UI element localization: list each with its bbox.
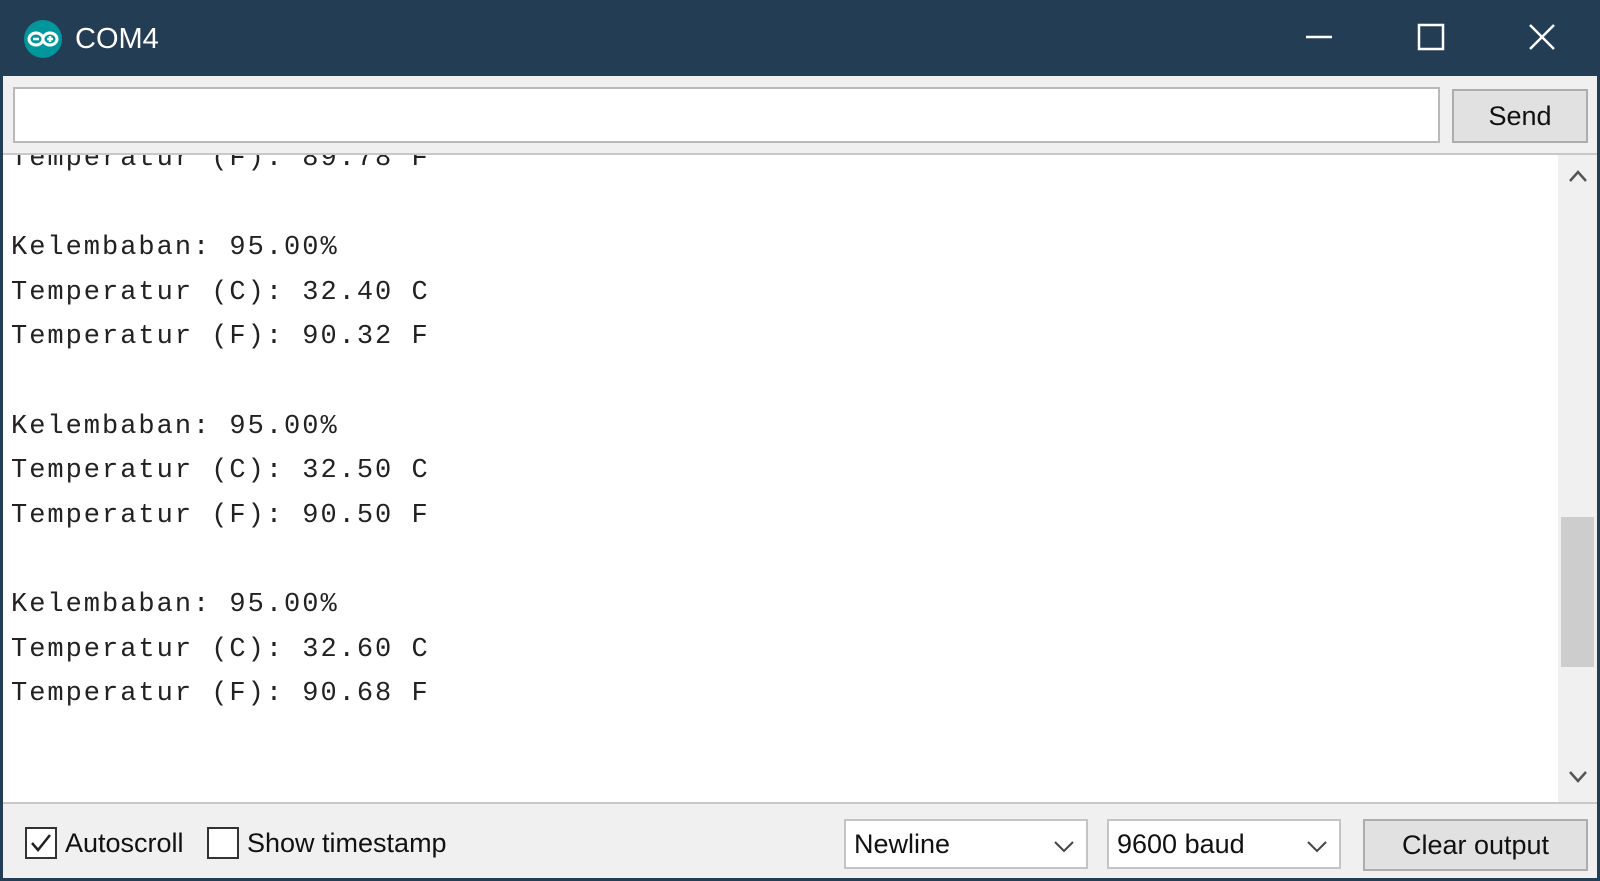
- output-line: Temperatur (F): 90.68 F: [11, 679, 430, 710]
- clear-output-button[interactable]: Clear output: [1363, 819, 1588, 871]
- line-ending-value: Newline: [854, 828, 951, 859]
- send-button[interactable]: Send: [1452, 89, 1588, 143]
- serial-monitor-window: COM4 Send Temperatur (F): 89.78 F Kelemba…: [0, 0, 1600, 881]
- minimize-button[interactable]: [1263, 3, 1375, 76]
- baud-rate-value: 9600 baud: [1117, 828, 1245, 859]
- line-ending-select[interactable]: Newline: [844, 819, 1088, 869]
- scroll-thumb[interactable]: [1561, 517, 1594, 667]
- scroll-down-button[interactable]: [1558, 756, 1597, 802]
- baud-rate-select[interactable]: 9600 baud: [1107, 819, 1341, 869]
- output-line: Temperatur (F): 90.32 F: [11, 322, 430, 353]
- close-button[interactable]: [1486, 3, 1598, 76]
- maximize-button[interactable]: [1375, 3, 1487, 76]
- output-line: Temperatur (F): 89.78 F: [11, 153, 430, 174]
- checkmark-icon: [31, 834, 51, 852]
- output-line: Temperatur (F): 90.50 F: [11, 500, 430, 531]
- show-timestamp-option[interactable]: Show timestamp: [207, 823, 447, 863]
- scroll-track[interactable]: [1558, 201, 1597, 756]
- title-bar[interactable]: COM4: [3, 3, 1597, 76]
- show-timestamp-label: Show timestamp: [247, 827, 447, 858]
- close-icon: [1527, 22, 1557, 57]
- output-blank-line: [11, 182, 1551, 227]
- serial-output-area[interactable]: Temperatur (F): 89.78 F Kelembaban: 95.00…: [3, 153, 1597, 804]
- send-input[interactable]: [13, 87, 1440, 143]
- window-title: COM4: [75, 23, 159, 55]
- output-blank-line: [11, 538, 1551, 583]
- chevron-down-icon: [1052, 834, 1076, 858]
- autoscroll-checkbox[interactable]: [25, 827, 57, 859]
- serial-output-text: Temperatur (F): 89.78 F Kelembaban: 95.00…: [11, 153, 1551, 717]
- maximize-icon: [1416, 22, 1446, 57]
- vertical-scrollbar[interactable]: [1558, 155, 1597, 802]
- output-line: Kelembaban: 95.00%: [11, 411, 339, 442]
- autoscroll-option[interactable]: Autoscroll: [25, 823, 184, 863]
- output-blank-line: [11, 360, 1551, 405]
- output-line: Kelembaban: 95.00%: [11, 233, 339, 264]
- output-line: Temperatur (C): 32.50 C: [11, 456, 430, 487]
- chevron-down-icon: [1305, 834, 1329, 858]
- output-line: Kelembaban: 95.00%: [11, 589, 339, 620]
- autoscroll-label: Autoscroll: [65, 827, 184, 858]
- arduino-logo-icon: [23, 19, 63, 59]
- output-line: Temperatur (C): 32.40 C: [11, 277, 430, 308]
- scroll-up-button[interactable]: [1558, 155, 1597, 201]
- minimize-icon: [1304, 22, 1334, 57]
- output-line: Temperatur (C): 32.60 C: [11, 634, 430, 665]
- show-timestamp-checkbox[interactable]: [207, 827, 239, 859]
- chevron-down-icon: [1568, 770, 1588, 789]
- chevron-up-icon: [1568, 169, 1588, 188]
